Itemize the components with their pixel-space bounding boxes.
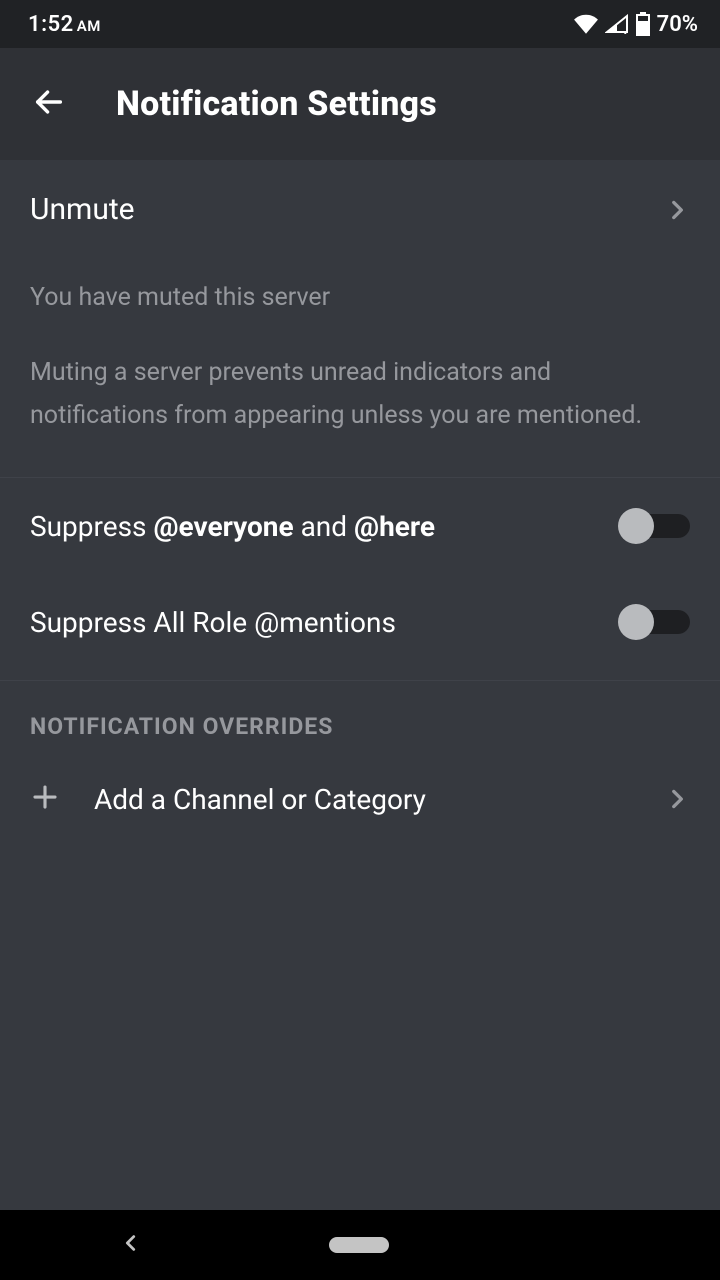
wifi-icon [573,14,599,34]
unmute-label: Unmute [30,192,135,227]
status-time-value: 1:52 [28,12,74,37]
suppress-everyone-row[interactable]: Suppress @everyone and @here [0,478,720,574]
overrides-header: NOTIFICATION OVERRIDES [0,681,720,764]
android-nav-bar [0,1210,720,1280]
unmute-subtext-2: Muting a server prevents unread indicato… [30,352,690,437]
suppress-role-toggle[interactable] [618,604,690,640]
battery-icon [635,12,651,36]
suppress-everyone-toggle[interactable] [618,508,690,544]
nav-back-icon[interactable] [120,1232,142,1258]
status-right: x 70% [573,12,698,37]
chevron-right-icon [664,786,690,812]
unmute-section[interactable]: Unmute You have muted this server Muting… [0,160,720,478]
chevron-right-icon [664,197,690,223]
suppress-role-label: Suppress All Role @mentions [30,606,396,639]
toggle-knob [618,604,654,640]
suppress-everyone-mid: and [294,510,354,543]
unmute-subtext-1: You have muted this server [30,283,690,312]
svg-text:x: x [623,29,628,34]
suppress-everyone-prefix: Suppress [30,510,153,543]
suppress-everyone-bold2: @here [354,510,435,543]
suppress-role-row[interactable]: Suppress All Role @mentions [0,574,720,670]
status-time-ampm: AM [77,17,101,35]
cellular-icon: x [605,14,629,34]
content: Unmute You have muted this server Muting… [0,160,720,1210]
toggle-knob [618,508,654,544]
suppress-everyone-label: Suppress @everyone and @here [30,510,435,543]
status-time: 1:52AM [28,12,101,37]
suppress-section: Suppress @everyone and @here Suppress Al… [0,478,720,681]
page-title: Notification Settings [116,84,437,124]
status-bar: 1:52AM x 70% [0,0,720,48]
app-bar: Notification Settings [0,48,720,160]
add-override-row[interactable]: Add a Channel or Category [0,764,720,846]
add-override-label: Add a Channel or Category [94,783,426,816]
nav-home-pill[interactable] [329,1237,389,1253]
back-button[interactable] [20,73,78,135]
nav-spacer [576,1233,600,1257]
plus-icon [30,782,60,816]
suppress-everyone-bold1: @everyone [153,510,293,543]
battery-percent: 70% [657,12,698,37]
